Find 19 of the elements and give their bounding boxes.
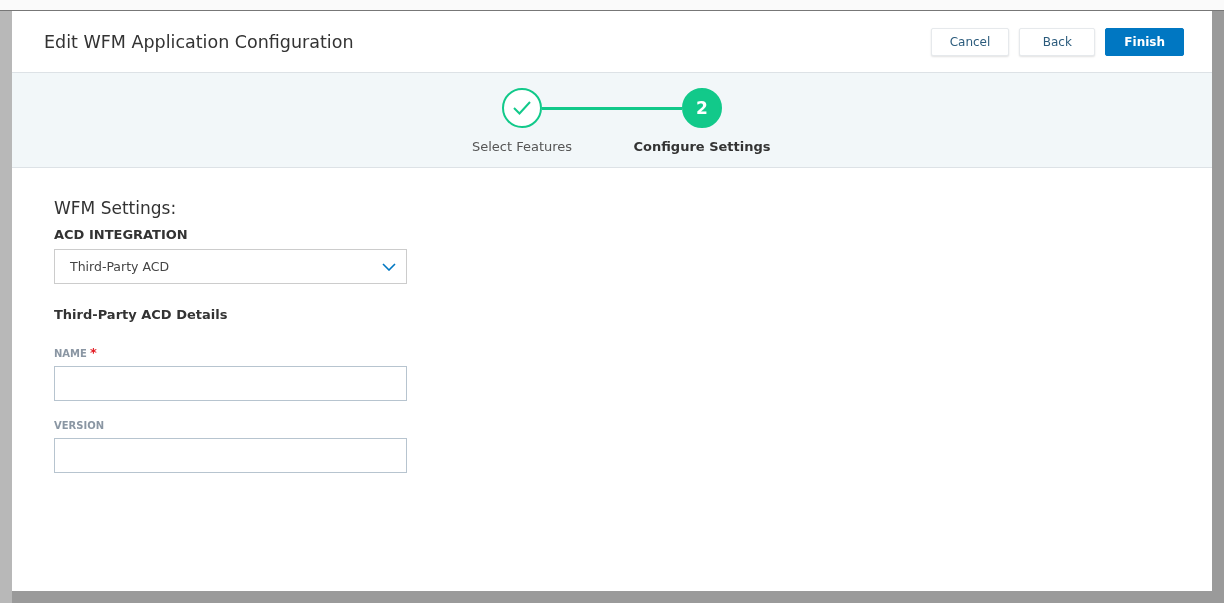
field-label: VERSION <box>54 420 105 431</box>
primary-button[interactable]: Finish <box>1105 27 1184 56</box>
section-title: WFM Settings: <box>54 198 177 218</box>
dropdown-value: Third-Party ACD <box>70 259 170 274</box>
chevron-down-icon <box>382 262 396 271</box>
acd-integration-dropdown[interactable]: Third-Party ACD <box>54 249 407 284</box>
dialog-title: Edit WFM Application Configuration <box>44 31 354 52</box>
text-input-field[interactable] <box>54 438 407 473</box>
step-label: Select Features <box>471 139 573 154</box>
field-label: NAME <box>54 348 87 359</box>
secondary-button[interactable]: Back <box>1019 27 1096 56</box>
text-input-field[interactable] <box>54 366 407 401</box>
secondary-button[interactable]: Cancel <box>930 27 1010 56</box>
step-circle: 2 <box>682 88 722 128</box>
step-label: Configure Settings <box>633 139 771 154</box>
check-icon <box>512 100 532 116</box>
required-marker: * <box>89 348 97 359</box>
field-label: ACD INTEGRATION <box>54 227 188 242</box>
subsection-heading: Third-Party ACD Details <box>54 307 228 322</box>
